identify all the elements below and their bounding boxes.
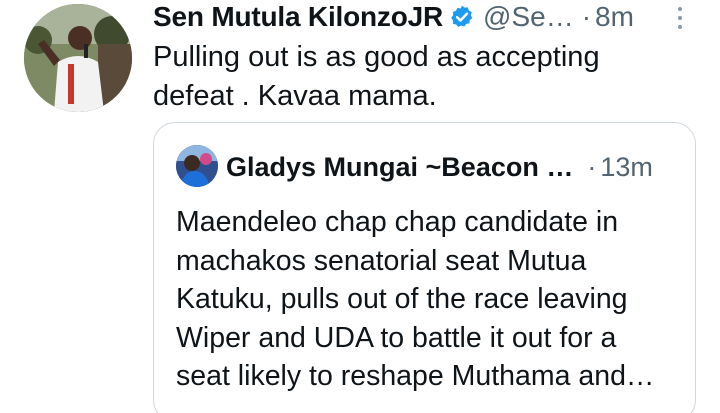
quoted-tweet-text: Maendeleo chap chap candidate in machako… — [176, 206, 655, 392]
tweet-timestamp[interactable]: 8m — [595, 1, 634, 33]
author-name[interactable]: Sen Mutula KilonzoJR — [153, 1, 443, 33]
separator-dot: · — [587, 151, 597, 182]
quoted-tweet[interactable]: Gladys Mungai ~Beacon … · 13m Maendeleo … — [153, 122, 696, 413]
more-options-icon[interactable] — [668, 2, 692, 34]
author-handle[interactable]: @Se… — [483, 1, 574, 33]
quoted-author-avatar[interactable] — [176, 145, 218, 187]
tweet-text: Pulling out is as good as accepting defe… — [153, 41, 600, 112]
tweet[interactable]: Sen Mutula KilonzoJR @Se… · 8m Pulling o… — [0, 0, 720, 413]
quoted-tweet-header: Gladys Mungai ~Beacon … · 13m — [226, 147, 653, 187]
tweet-header: Sen Mutula KilonzoJR @Se… · 8m — [153, 0, 634, 34]
quoted-author-name[interactable]: Gladys Mungai ~Beacon … — [226, 152, 573, 183]
author-avatar[interactable] — [24, 4, 132, 112]
verified-badge-icon — [449, 4, 475, 30]
separator-dot: · — [581, 1, 592, 32]
quoted-tweet-timestamp[interactable]: 13m — [600, 152, 653, 183]
